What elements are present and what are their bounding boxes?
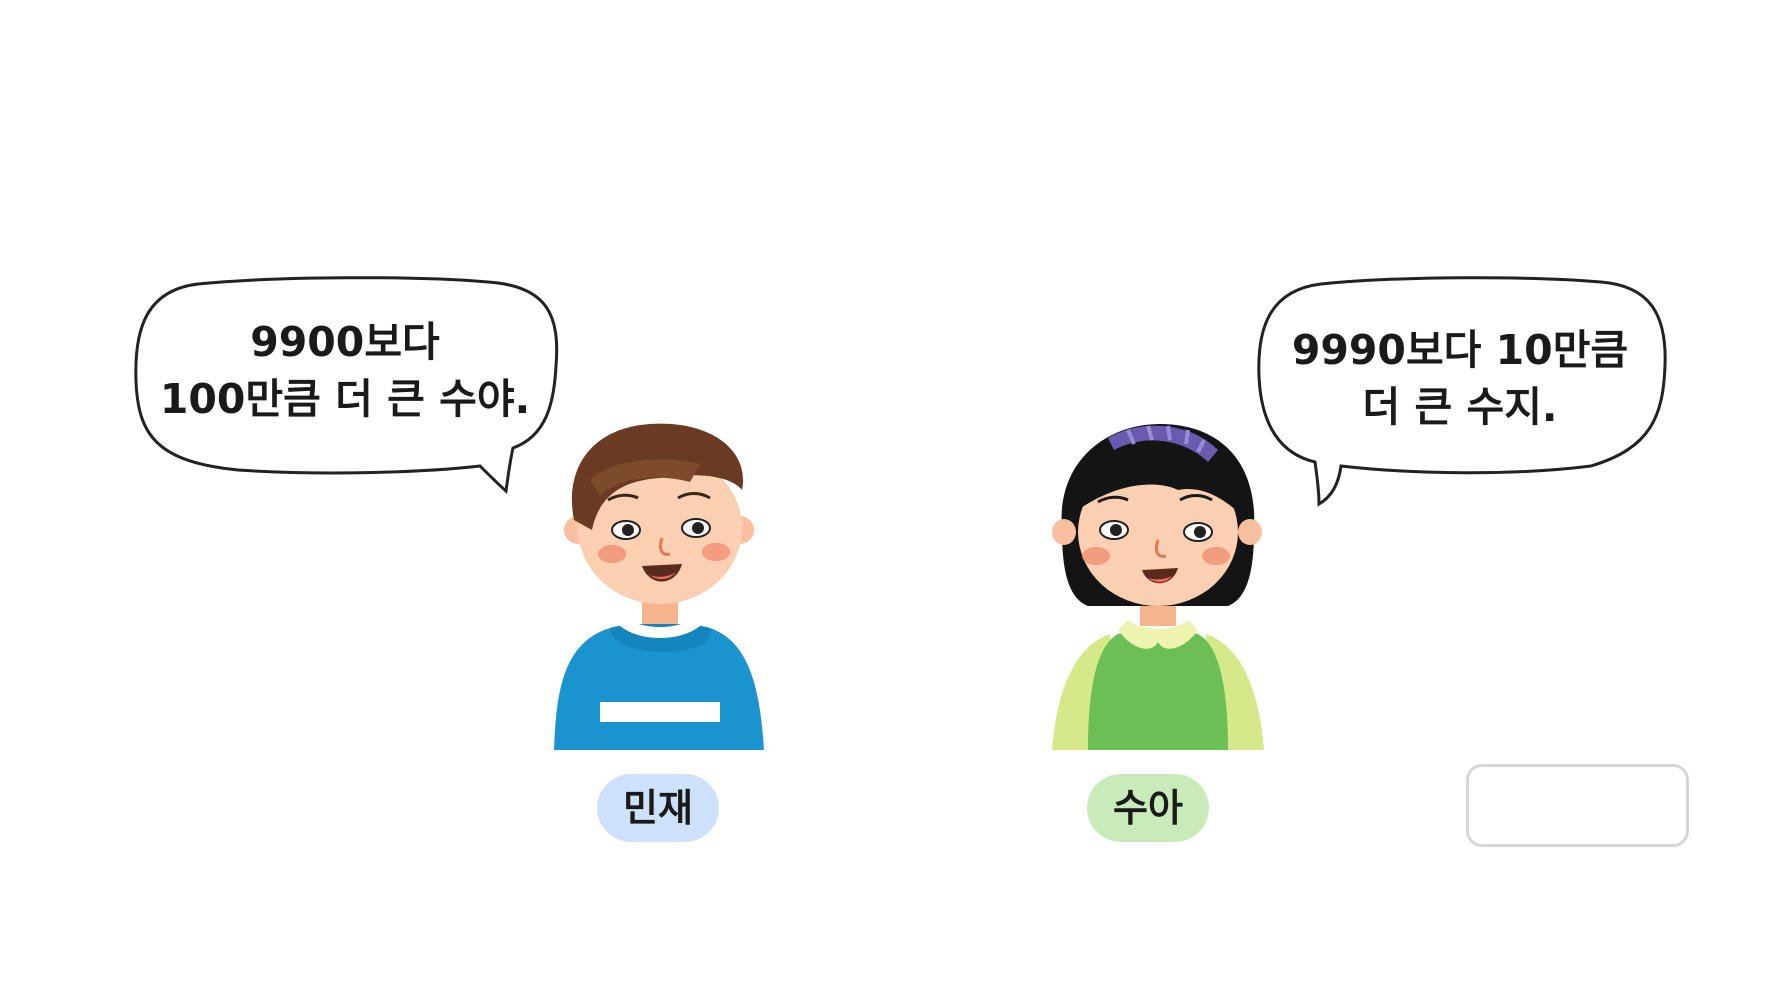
sua-speech-line2: 더 큰 수지.	[1362, 383, 1558, 431]
sua-speech-text: 9990보다 10만큼 더 큰 수지.	[1260, 322, 1660, 436]
minjae-speech-text: 9900보다 100만큼 더 큰 수야.	[145, 314, 545, 428]
sua-name-label: 수아	[1087, 774, 1209, 842]
minjae-speech-line2: 100만큼 더 큰 수야.	[159, 375, 531, 423]
minjae-name-label: 민재	[597, 774, 719, 842]
minjae-illustration	[554, 423, 764, 750]
answer-input-box[interactable]	[1466, 764, 1689, 847]
sua-illustration	[1052, 424, 1264, 750]
sua-speech-line1: 9990보다 10만큼	[1291, 326, 1629, 374]
minjae-speech-line1: 9900보다	[250, 318, 440, 366]
stage: 9900보다 100만큼 더 큰 수야. 9990보다 10만큼 더 큰 수지.	[0, 0, 1792, 1008]
